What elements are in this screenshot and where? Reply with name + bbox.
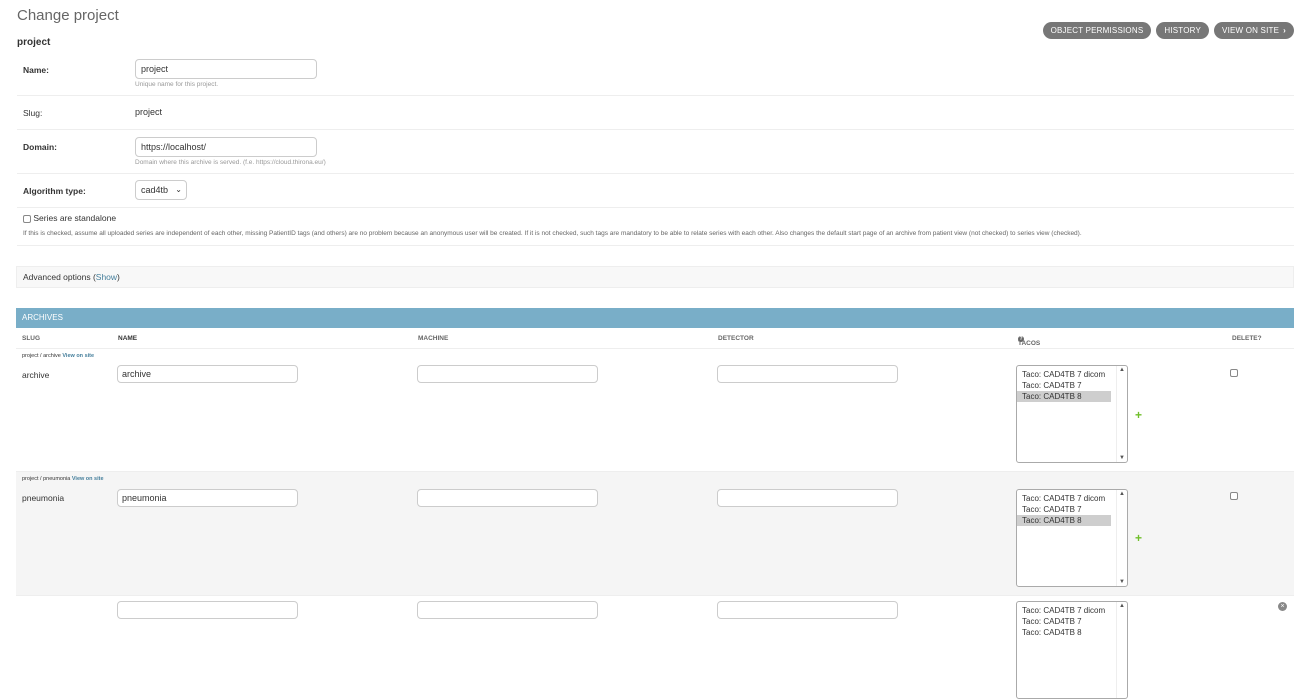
name-help: Unique name for this project. (135, 81, 219, 88)
row-machine-input[interactable] (417, 365, 598, 383)
scrollbar[interactable]: ▲ ▼ (1116, 490, 1127, 586)
row-delete-checkbox[interactable] (1230, 369, 1238, 378)
row-view-on-site-link[interactable]: View on site (72, 476, 104, 482)
scroll-up-icon: ▲ (1119, 603, 1125, 609)
chevron-right-icon: › (1283, 26, 1286, 35)
object-permissions-button[interactable]: OBJECT PERMISSIONS (1042, 22, 1152, 39)
scroll-down-icon: ▼ (1119, 455, 1125, 461)
row-name-input[interactable] (117, 601, 298, 619)
row-delete-field (1230, 490, 1238, 502)
taco-option[interactable]: Taco: CAD4TB 7 (1017, 504, 1127, 515)
page-title: Change project (17, 7, 119, 24)
scroll-up-icon: ▲ (1119, 367, 1125, 373)
taco-option[interactable]: Taco: CAD4TB 7 dicom (1017, 493, 1127, 504)
advanced-show-link[interactable]: Show (96, 272, 117, 282)
row-view-on-site-link[interactable]: View on site (62, 353, 94, 359)
name-input[interactable]: project (135, 59, 317, 79)
scrollbar[interactable]: ▲ (1116, 602, 1127, 698)
history-button[interactable]: HISTORY (1156, 22, 1210, 39)
object-tools: OBJECT PERMISSIONS HISTORY VIEW ON SITE › (1042, 22, 1294, 39)
col-machine: MACHINE (418, 335, 449, 342)
row-detector-input[interactable] (717, 601, 898, 619)
row-original: project / archive View on site (22, 353, 94, 359)
row-original-text: project / archive (22, 353, 61, 359)
row-tacos-multiselect[interactable]: Taco: CAD4TB 7 dicom Taco: CAD4TB 7 Taco… (1016, 365, 1128, 463)
row-slug: archive (22, 370, 50, 380)
name-row: Name: project Unique name for this proje… (17, 52, 1294, 96)
name-label: Name: (23, 65, 49, 75)
row-detector-input[interactable] (717, 365, 898, 383)
row-detector-input[interactable] (717, 489, 898, 507)
taco-option-selected[interactable]: Taco: CAD4TB 8 (1017, 391, 1111, 402)
col-detector: DETECTOR (718, 335, 754, 342)
row-original: project / pneumonia View on site (22, 476, 104, 482)
view-on-site-label: VIEW ON SITE (1222, 26, 1280, 35)
row-delete-checkbox[interactable] (1230, 492, 1238, 501)
taco-option[interactable]: Taco: CAD4TB 7 (1017, 380, 1127, 391)
object-name: project (17, 37, 51, 48)
row-delete-field (1230, 367, 1238, 379)
advanced-label: Advanced options ( (23, 272, 96, 282)
taco-option[interactable]: Taco: CAD4TB 7 (1017, 616, 1127, 627)
taco-option[interactable]: Taco: CAD4TB 7 dicom (1017, 605, 1127, 616)
row-name-input[interactable]: pneumonia (117, 489, 298, 507)
col-delete: DELETE? (1232, 335, 1262, 342)
row-machine-input[interactable] (417, 601, 598, 619)
algorithm-select[interactable]: cad4tb ⌄ (135, 180, 187, 200)
scroll-up-icon: ▲ (1119, 491, 1125, 497)
row-tacos-multiselect[interactable]: Taco: CAD4TB 7 dicom Taco: CAD4TB 7 Taco… (1016, 489, 1128, 587)
change-project-page: Change project OBJECT PERMISSIONS HISTOR… (0, 0, 1302, 699)
domain-input[interactable]: https://localhost/ (135, 137, 317, 157)
col-tacos: TACOS ? (1018, 335, 1040, 347)
standalone-checkbox[interactable] (23, 214, 31, 223)
slug-row: Slug: project (17, 96, 1294, 130)
domain-row: Domain: https://localhost/ Domain where … (17, 130, 1294, 174)
scroll-down-icon: ▼ (1119, 579, 1125, 585)
standalone-help: If this is checked, assume all uploaded … (23, 230, 1082, 237)
advanced-suffix: ) (117, 272, 120, 282)
row-slug: pneumonia (22, 493, 65, 503)
table-row: project / pneumonia View on site pneumon… (16, 472, 1294, 596)
add-taco-icon[interactable]: + (1135, 408, 1142, 422)
scrollbar[interactable]: ▲ ▼ (1116, 366, 1127, 462)
standalone-row: Series are standalone If this is checked… (17, 208, 1294, 246)
view-on-site-button[interactable]: VIEW ON SITE › (1214, 22, 1294, 39)
remove-row-icon[interactable]: × (1278, 602, 1287, 611)
archives-header: ARCHIVES (16, 308, 1294, 328)
table-row: Taco: CAD4TB 7 dicom Taco: CAD4TB 7 Taco… (16, 596, 1294, 699)
standalone-field: Series are standalone (23, 213, 116, 223)
row-tacos-multiselect[interactable]: Taco: CAD4TB 7 dicom Taco: CAD4TB 7 Taco… (1016, 601, 1128, 699)
domain-label: Domain: (23, 142, 57, 152)
standalone-label: Series are standalone (33, 213, 117, 223)
slug-value: project (135, 107, 163, 117)
advanced-options: Advanced options (Show) (16, 266, 1294, 288)
row-machine-input[interactable] (417, 489, 598, 507)
algorithm-row: Algorithm type: cad4tb ⌄ (17, 174, 1294, 208)
chevron-down-icon: ⌄ (175, 185, 182, 194)
archives-column-headers: SLUG NAME MACHINE DETECTOR TACOS ? DELET… (16, 330, 1294, 349)
table-row: project / archive View on site archive a… (16, 349, 1294, 472)
col-tacos-label: TACOS (1018, 340, 1041, 347)
taco-option[interactable]: Taco: CAD4TB 7 dicom (1017, 369, 1127, 380)
col-slug: SLUG (22, 335, 41, 342)
algorithm-label: Algorithm type: (23, 186, 86, 196)
add-taco-icon[interactable]: + (1135, 531, 1142, 545)
row-original-text: project / pneumonia (22, 476, 71, 482)
col-name: NAME (118, 335, 138, 342)
taco-option[interactable]: Taco: CAD4TB 8 (1017, 627, 1127, 638)
domain-help: Domain where this archive is served. (f.… (135, 159, 326, 166)
taco-option-selected[interactable]: Taco: CAD4TB 8 (1017, 515, 1111, 526)
slug-label: Slug: (23, 108, 43, 118)
row-name-input[interactable]: archive (117, 365, 298, 383)
algorithm-value: cad4tb (141, 185, 169, 195)
advanced-options-title: Advanced options (Show) (23, 272, 120, 282)
